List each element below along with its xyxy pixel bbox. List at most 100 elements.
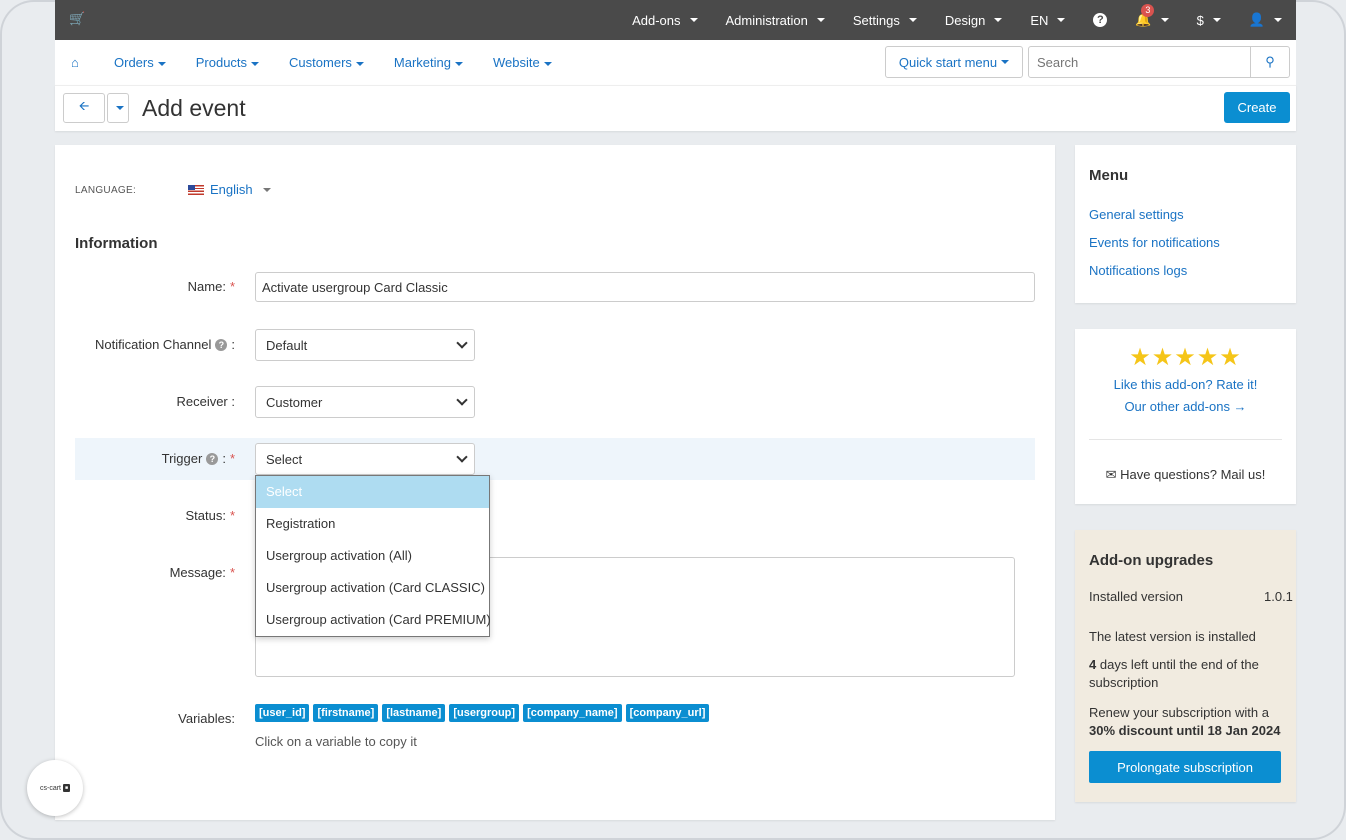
page-title: Add event <box>142 95 246 121</box>
divider <box>1089 439 1282 440</box>
notification-badge: 3 <box>1141 4 1155 17</box>
trigger-option[interactable]: Usergroup activation (All) <box>256 540 489 572</box>
notifications-button[interactable]: 🔔 3 <box>1121 4 1182 28</box>
nav-products[interactable]: Products <box>181 55 274 70</box>
caret-down-icon <box>689 18 698 22</box>
receiver-select[interactable]: Customer <box>255 386 475 418</box>
sidebar-link-logs[interactable]: Notifications logs <box>1089 263 1187 278</box>
currency-selector[interactable]: $ <box>1183 13 1235 28</box>
help-icon: ? <box>1093 13 1108 27</box>
mail-link[interactable]: ✉ Have questions? Mail us! <box>1075 467 1296 483</box>
variables-label: Variables: <box>178 711 235 726</box>
required-mark: * <box>229 279 235 294</box>
topnav-settings[interactable]: Settings <box>839 13 931 28</box>
app-frame: 🛒 Add-ons Administration Settings Design… <box>0 0 1346 840</box>
trigger-option[interactable]: Registration <box>256 508 489 540</box>
trigger-option[interactable]: Usergroup activation (Card CLASSIC) <box>256 572 489 604</box>
chevron-down-icon <box>456 394 468 406</box>
rating-stars-icon[interactable]: ★★★★★ <box>1075 343 1296 372</box>
channel-label: Notification Channel?: <box>95 337 235 352</box>
status-label: Status: * <box>185 508 235 523</box>
prolongate-subscription-button[interactable]: Prolongate subscription <box>1089 751 1281 783</box>
search-box: ⚲ <box>1028 46 1290 78</box>
chevron-down-icon <box>456 337 468 349</box>
caret-down-icon <box>262 187 271 192</box>
name-input[interactable]: Activate usergroup Card Classic <box>255 272 1035 302</box>
caret-down-icon <box>908 18 917 22</box>
required-mark: * <box>229 565 235 580</box>
trigger-dropdown-list: Select Registration Usergroup activation… <box>255 475 491 637</box>
sidebar-menu-panel: Menu General settings Events for notific… <box>1075 145 1296 303</box>
trigger-option[interactable]: Usergroup activation (Card PREMIUM) <box>256 604 491 636</box>
nav-website[interactable]: Website <box>478 55 567 70</box>
caret-down-icon <box>355 61 364 66</box>
user-menu[interactable]: 👤 <box>1235 12 1296 28</box>
help-icon[interactable]: ? <box>206 452 219 465</box>
other-addons-link[interactable]: Our other add-ons → <box>1075 399 1296 414</box>
caret-down-icon <box>116 106 124 110</box>
caret-down-icon <box>543 61 552 66</box>
sidebar-link-general-settings[interactable]: General settings <box>1089 207 1184 222</box>
language-label: LANGUAGE: <box>75 185 137 196</box>
caret-down-icon <box>1212 18 1221 22</box>
chevron-down-icon <box>456 451 468 463</box>
caret-down-icon <box>454 61 463 66</box>
variable-tag[interactable]: [user_id] <box>255 704 310 722</box>
rate-link[interactable]: Like this add-on? Rate it! <box>1075 377 1296 392</box>
search-input[interactable] <box>1029 47 1249 77</box>
trigger-option[interactable]: Select <box>256 476 489 508</box>
sidebar-upgrades-panel: Add-on upgrades Installed version 1.0.1 … <box>1075 530 1296 802</box>
caret-down-icon <box>1001 60 1010 64</box>
quick-start-menu-button[interactable]: Quick start menu <box>885 46 1023 78</box>
cs-cart-logo[interactable]: cs-cart ■ <box>27 760 83 816</box>
arrow-left-icon: 🡨 <box>78 98 90 113</box>
language-selector[interactable]: English <box>188 182 271 197</box>
installed-version-label: Installed version <box>1089 589 1183 604</box>
trigger-select[interactable]: Select <box>255 443 475 475</box>
installed-version-value: 1.0.1 <box>1264 589 1293 604</box>
home-icon[interactable]: ⌂ <box>71 55 79 70</box>
caret-down-icon <box>251 61 260 66</box>
days-left-text: 4 days left until the end of the subscri… <box>1089 657 1259 690</box>
help-button[interactable]: ? <box>1079 13 1121 27</box>
main-nav: ⌂ Orders Products Customers Marketing We… <box>55 40 1296 85</box>
bell-icon: 🔔 3 <box>1135 4 1155 28</box>
latest-version-text: The latest version is installed <box>1089 629 1256 644</box>
topnav-design[interactable]: Design <box>931 13 1016 28</box>
upgrades-title: Add-on upgrades <box>1089 552 1214 569</box>
user-icon: 👤 <box>1248 12 1265 27</box>
back-dropdown-button[interactable] <box>107 93 129 123</box>
variable-tag[interactable]: [company_name] <box>523 704 622 722</box>
logo-mark-icon: ■ <box>62 784 71 792</box>
nav-marketing[interactable]: Marketing <box>379 55 478 70</box>
cart-icon[interactable]: 🛒 <box>69 11 85 27</box>
nav-orders[interactable]: Orders <box>99 55 181 70</box>
create-button[interactable]: Create <box>1224 92 1290 123</box>
caret-down-icon <box>1057 18 1066 22</box>
variable-tag[interactable]: [firstname] <box>313 704 379 722</box>
sidebar-link-events[interactable]: Events for notifications <box>1089 235 1220 250</box>
name-label: Name: * <box>187 279 235 294</box>
section-title: Information <box>75 235 158 252</box>
variable-tag[interactable]: [lastname] <box>382 704 446 722</box>
nav-customers[interactable]: Customers <box>274 55 379 70</box>
caret-down-icon <box>994 18 1003 22</box>
search-icon[interactable]: ⚲ <box>1250 47 1289 77</box>
caret-down-icon <box>816 18 825 22</box>
sidebar-rating-panel: ★★★★★ Like this add-on? Rate it! Our oth… <box>1075 329 1296 504</box>
help-icon[interactable]: ? <box>215 338 228 351</box>
topnav-language[interactable]: EN <box>1016 13 1079 28</box>
back-button[interactable]: 🡨 <box>63 93 105 123</box>
variables-hint: Click on a variable to copy it <box>255 734 417 749</box>
channel-select[interactable]: Default <box>255 329 475 361</box>
us-flag-icon <box>188 184 204 195</box>
main-panel: LANGUAGE: English Information Name: * Act… <box>55 145 1055 820</box>
variable-tag[interactable]: [company_url] <box>625 704 710 722</box>
sidebar-menu-title: Menu <box>1089 167 1129 184</box>
variables-list: [user_id] [firstname] [lastname] [usergr… <box>255 704 710 722</box>
topnav-administration[interactable]: Administration <box>712 13 839 28</box>
topnav-addons[interactable]: Add-ons <box>618 13 711 28</box>
top-nav: Add-ons Administration Settings Design E… <box>618 0 1296 40</box>
variable-tag[interactable]: [usergroup] <box>449 704 520 722</box>
caret-down-icon <box>1274 18 1282 22</box>
